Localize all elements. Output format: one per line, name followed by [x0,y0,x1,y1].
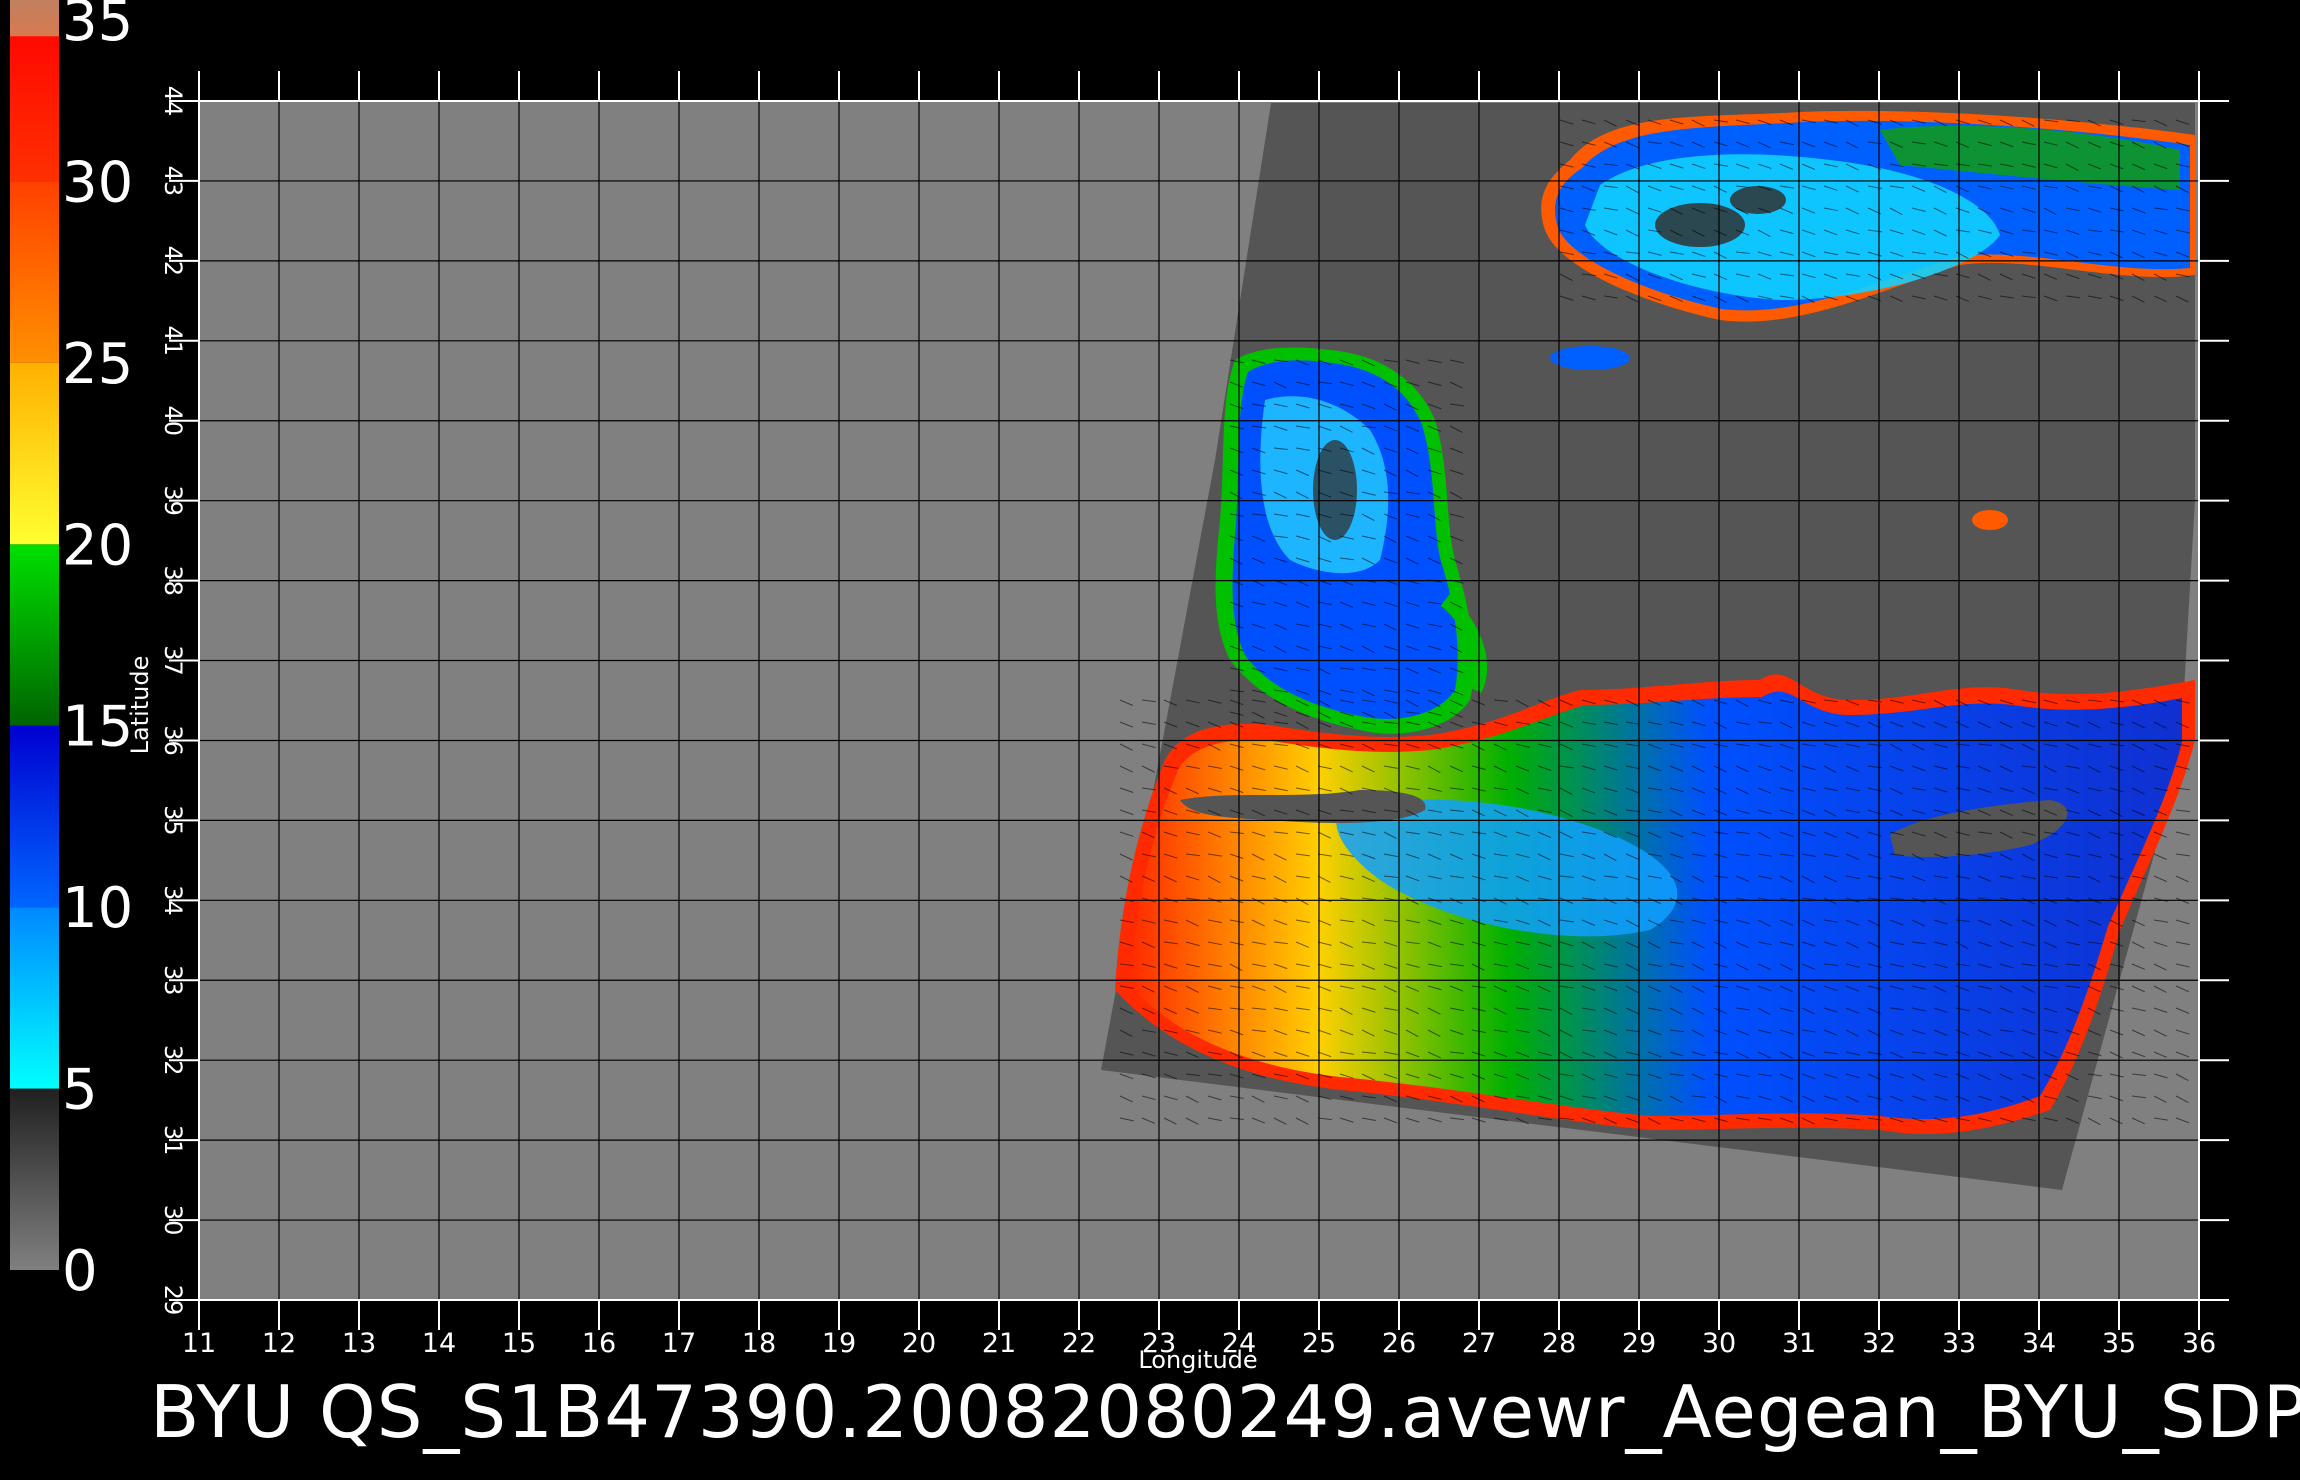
lat-tick-label: 40 [159,405,187,436]
lon-tick-label: 26 [1382,1328,1416,1359]
colorbar-tick-label: 35 [62,0,133,54]
lat-tick-label: 42 [159,246,187,277]
lon-tick-label: 13 [342,1328,376,1359]
lon-tick-label: 36 [2182,1328,2216,1359]
lat-tick-label: 41 [159,326,187,357]
lon-tick-label: 18 [742,1328,776,1359]
lat-tick-label: 31 [159,1125,187,1156]
colorbar [10,0,59,1270]
lon-tick-label: 21 [982,1328,1016,1359]
lon-tick-label: 15 [502,1328,536,1359]
lat-tick-label: 29 [159,1285,187,1316]
lon-tick-label: 28 [1542,1328,1576,1359]
colorbar-band [10,0,59,37]
eastern-mediterranean-wind-field [1115,674,2195,1134]
lat-tick-label: 39 [159,485,187,516]
lon-tick-label: 30 [1702,1328,1736,1359]
lat-tick-label: 35 [159,805,187,836]
colorbar-band [10,907,59,1089]
marmara-sea [1550,346,1630,370]
lat-tick-label: 30 [159,1205,187,1236]
lon-tick-label: 27 [1462,1328,1496,1359]
lat-tick-label: 34 [159,885,187,916]
lat-tick-label: 32 [159,1045,187,1076]
y-axis-title: Latitude [126,656,154,755]
colorbar-labels: 35 30 25 20 15 10 5 0 [62,0,133,1304]
colorbar-band [10,544,59,726]
colorbar-tick-label: 10 [62,876,133,941]
lon-tick-label: 17 [662,1328,696,1359]
lon-tick-label: 31 [1782,1328,1816,1359]
lon-tick-label: 29 [1622,1328,1656,1359]
colorbar-tick-label: 5 [62,1058,98,1123]
lon-tick-label: 35 [2102,1328,2136,1359]
lat-tick-label: 37 [159,645,187,676]
colorbar-tick-label: 25 [62,332,133,397]
lon-tick-label: 25 [1302,1328,1336,1359]
lon-tick-label: 32 [1862,1328,1896,1359]
lat-tick-label: 33 [159,965,187,996]
lon-tick-label: 34 [2022,1328,2056,1359]
lat-tick-label: 38 [159,565,187,596]
colorbar-tick-label: 15 [62,695,133,760]
colorbar-tick-label: 20 [62,513,133,578]
lake-blob [1972,510,2008,530]
lon-tick-label: 16 [582,1328,616,1359]
lat-tick-label: 44 [159,86,187,117]
lon-tick-label: 33 [1942,1328,1976,1359]
colorbar-band [10,725,59,908]
colorbar-tick-label: 30 [62,150,133,215]
colorbar-band [10,1088,59,1270]
figure-caption: BYU QS_S1B47390.20082080249.avewr_Aegean… [150,1370,2300,1454]
colorbar-band [10,181,59,363]
lon-tick-label: 12 [262,1328,296,1359]
lat-tick-label: 36 [159,725,187,756]
map-figure: 11 12 13 14 15 16 17 18 19 20 21 22 23 24 25 26 27 28 29 30… [10,0,2229,1374]
colorbar-band [10,362,59,545]
lat-tick-label: 43 [159,166,187,197]
colorbar-tick-label: 0 [62,1239,98,1304]
lon-tick-label: 20 [902,1328,936,1359]
lon-tick-label: 22 [1062,1328,1096,1359]
lon-tick-label: 14 [422,1328,456,1359]
lon-tick-label: 19 [822,1328,856,1359]
lon-tick-label: 11 [182,1328,216,1359]
